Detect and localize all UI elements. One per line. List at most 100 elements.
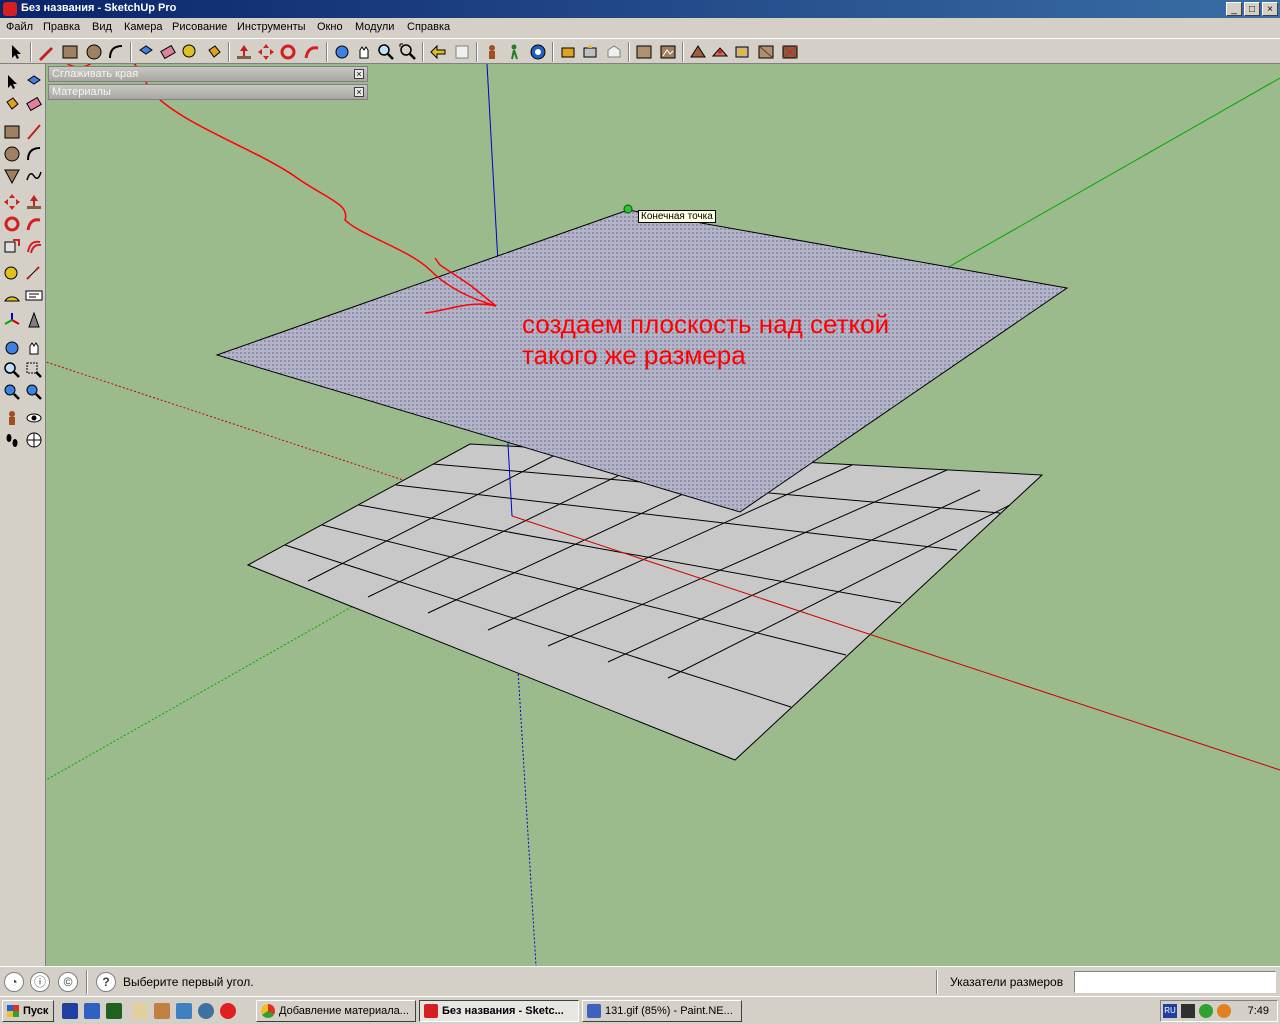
rectangle-icon[interactable]	[2, 122, 22, 142]
freehand-icon[interactable]	[24, 166, 44, 186]
select-icon[interactable]	[2, 72, 22, 92]
drape-icon[interactable]	[780, 42, 800, 62]
zoom-tool-icon[interactable]	[376, 42, 396, 62]
tray-soften-edges[interactable]: Сглаживать края ×	[48, 66, 368, 82]
sandbox-from-contours-icon[interactable]	[688, 42, 708, 62]
tray-materials[interactable]: Материалы ×	[48, 84, 368, 100]
dimension-icon[interactable]	[24, 264, 44, 284]
task-sketchup[interactable]: Без названия - Sketc...	[419, 1000, 579, 1022]
close-window-button[interactable]: ×	[1262, 2, 1278, 16]
task-chrome[interactable]: Добавление материала...	[256, 1000, 416, 1022]
share-model-icon[interactable]	[580, 42, 600, 62]
paint-bucket-icon[interactable]	[204, 42, 224, 62]
position-camera-side-icon[interactable]	[2, 408, 22, 428]
maximize-button[interactable]: □	[1244, 2, 1260, 16]
circle-tool-icon[interactable]	[84, 42, 104, 62]
start-button[interactable]: Пуск	[2, 1000, 54, 1022]
scene-canvas[interactable]	[46, 64, 1280, 966]
menu-camera[interactable]: Камера	[124, 21, 162, 33]
protractor-icon[interactable]	[2, 286, 22, 306]
help-icon[interactable]: ?	[96, 972, 116, 992]
rotate-tool-icon[interactable]	[278, 42, 298, 62]
geo-location-icon[interactable]: ◔	[4, 972, 24, 992]
eraser-icon[interactable]	[24, 94, 44, 114]
prev-view-icon[interactable]	[2, 382, 22, 402]
zoom-extents-icon[interactable]	[398, 42, 418, 62]
stamp-icon[interactable]	[756, 42, 776, 62]
opera-quicklaunch-icon[interactable]	[220, 1003, 236, 1019]
menu-draw[interactable]: Рисование	[172, 21, 227, 33]
show-desktop-icon[interactable]	[62, 1003, 78, 1019]
credits-icon[interactable]: ⓘ	[30, 972, 50, 992]
monitor-tray-icon[interactable]	[1181, 1004, 1195, 1018]
menu-edit[interactable]: Правка	[43, 21, 80, 33]
drawing-viewport[interactable]: Конечная точка создаем плоскость над сет…	[46, 64, 1280, 966]
orbit-icon[interactable]	[2, 338, 22, 358]
move-icon[interactable]	[2, 192, 22, 212]
get-models-icon[interactable]	[558, 42, 578, 62]
walk-icon[interactable]	[2, 430, 22, 450]
menu-tools[interactable]: Инструменты	[237, 21, 306, 33]
language-indicator[interactable]: RU	[1163, 1004, 1177, 1018]
pan-icon[interactable]	[24, 338, 44, 358]
menu-window[interactable]: Окно	[317, 21, 343, 33]
position-camera-icon[interactable]	[482, 42, 502, 62]
photo-textures-icon[interactable]	[634, 42, 654, 62]
rectangle-tool-icon[interactable]	[60, 42, 80, 62]
previous-view-icon[interactable]	[428, 42, 448, 62]
tape-icon[interactable]	[2, 264, 22, 284]
arc-tool-icon[interactable]	[106, 42, 126, 62]
clock[interactable]: 7:49	[1248, 1005, 1269, 1017]
account-icon[interactable]: ©	[58, 972, 78, 992]
component-icon[interactable]	[24, 72, 44, 92]
look-around-side-icon[interactable]	[24, 408, 44, 428]
orbit-tool-icon[interactable]	[332, 42, 352, 62]
zoom-extents-side-icon[interactable]	[24, 382, 44, 402]
sandbox-from-scratch-icon[interactable]	[710, 42, 730, 62]
eraser-tool-icon[interactable]	[158, 42, 178, 62]
circle-icon[interactable]	[2, 144, 22, 164]
mail-quicklaunch-icon[interactable]	[132, 1003, 148, 1019]
rotate-icon[interactable]	[2, 214, 22, 234]
walk-tool-icon[interactable]	[504, 42, 524, 62]
arc-icon[interactable]	[24, 144, 44, 164]
axes-icon[interactable]	[2, 310, 22, 330]
measurements-input[interactable]	[1074, 971, 1276, 993]
tape-measure-icon[interactable]	[180, 42, 200, 62]
3d-text-icon[interactable]	[24, 310, 44, 330]
look-around-icon[interactable]	[528, 42, 548, 62]
offset-icon[interactable]	[24, 236, 44, 256]
follow-me-icon[interactable]	[302, 42, 322, 62]
menu-plugins[interactable]: Модули	[355, 21, 394, 33]
line-icon[interactable]	[24, 122, 44, 142]
select-tool-icon[interactable]	[6, 42, 26, 62]
task-paintnet[interactable]: 131.gif (85%) - Paint.NE...	[582, 1000, 742, 1022]
pencil-tool-icon[interactable]	[36, 42, 56, 62]
make-component-icon[interactable]	[136, 42, 156, 62]
smoove-icon[interactable]	[732, 42, 752, 62]
terminal-quicklaunch-icon[interactable]	[106, 1003, 122, 1019]
green-tray-icon[interactable]	[1199, 1004, 1213, 1018]
network-quicklaunch-icon[interactable]	[176, 1003, 192, 1019]
zoom-window-icon[interactable]	[24, 360, 44, 380]
menu-view[interactable]: Вид	[92, 21, 112, 33]
followme-icon[interactable]	[24, 214, 44, 234]
zoom-icon[interactable]	[2, 360, 22, 380]
save-quicklaunch-icon[interactable]	[84, 1003, 100, 1019]
share-component-icon[interactable]	[604, 42, 624, 62]
add-location-icon[interactable]	[658, 42, 678, 62]
pan-tool-icon[interactable]	[354, 42, 374, 62]
tray-close-icon[interactable]: ×	[354, 87, 364, 97]
minimize-button[interactable]: _	[1226, 2, 1242, 16]
text-icon[interactable]	[24, 286, 44, 306]
browser-quicklaunch-icon[interactable]	[198, 1003, 214, 1019]
app-quicklaunch-icon[interactable]	[154, 1003, 170, 1019]
orange-tray-icon[interactable]	[1217, 1004, 1231, 1018]
move-tool-icon[interactable]	[256, 42, 276, 62]
next-view-icon[interactable]	[452, 42, 472, 62]
menu-help[interactable]: Справка	[407, 21, 450, 33]
push-pull-icon[interactable]	[234, 42, 254, 62]
section-plane-icon[interactable]	[24, 430, 44, 450]
polygon-icon[interactable]	[2, 166, 22, 186]
paint-icon[interactable]	[2, 94, 22, 114]
